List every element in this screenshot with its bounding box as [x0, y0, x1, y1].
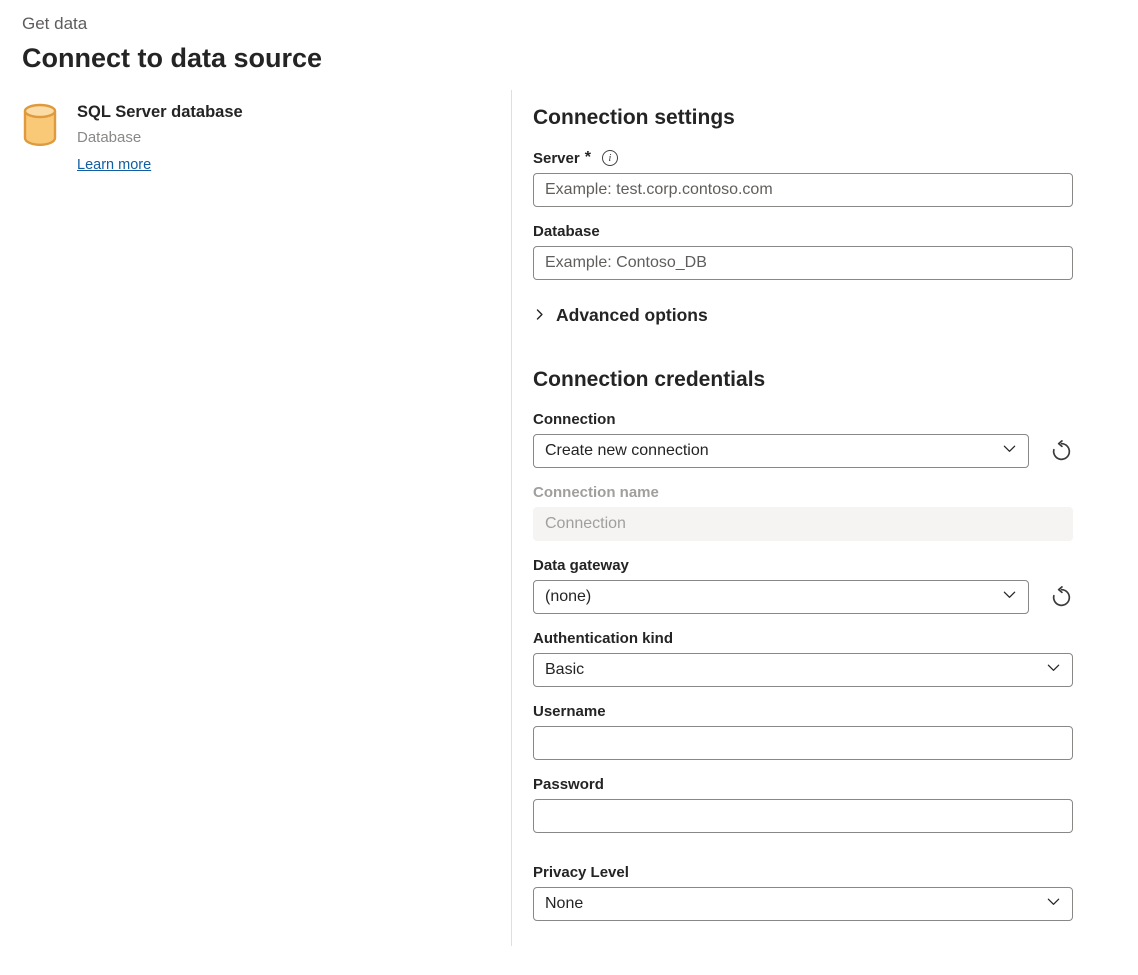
refresh-icon: [1050, 451, 1073, 466]
auth-kind-label: Authentication kind: [533, 630, 1073, 647]
database-label: Database: [533, 223, 1073, 240]
connection-name-input: [533, 507, 1073, 541]
connection-settings-heading: Connection settings: [533, 106, 1114, 130]
source-type: Database: [77, 129, 243, 146]
learn-more-link[interactable]: Learn more: [77, 157, 151, 173]
data-gateway-label: Data gateway: [533, 557, 1073, 574]
chevron-right-icon: [533, 305, 546, 326]
connection-dropdown[interactable]: Create new connection: [533, 434, 1029, 468]
chevron-down-icon: [1002, 587, 1017, 607]
advanced-options-label: Advanced options: [556, 305, 708, 326]
advanced-options-toggle[interactable]: Advanced options: [533, 305, 1114, 326]
breadcrumb: Get data: [22, 14, 1138, 34]
server-field-group: Server * i: [533, 149, 1073, 207]
data-gateway-dropdown[interactable]: (none): [533, 580, 1029, 614]
chevron-down-icon: [1002, 441, 1017, 461]
database-field-group: Database: [533, 223, 1073, 280]
auth-kind-dropdown[interactable]: Basic: [533, 653, 1073, 687]
get-data-dialog: Get data Connect to data source SQL Serv…: [0, 0, 1138, 975]
data-gateway-dropdown-value: (none): [545, 588, 591, 606]
password-field-group: Password: [533, 776, 1073, 833]
server-label: Server: [533, 150, 580, 167]
server-label-row: Server * i: [533, 149, 1073, 167]
refresh-icon: [1050, 597, 1073, 612]
server-input[interactable]: [533, 173, 1073, 207]
data-gateway-field-group: Data gateway (none): [533, 557, 1073, 614]
connection-name-field-group: Connection name: [533, 484, 1073, 541]
main-content: SQL Server database Database Learn more …: [0, 90, 1138, 946]
data-gateway-row: (none): [533, 580, 1073, 614]
connection-name-label: Connection name: [533, 484, 1073, 501]
username-label: Username: [533, 703, 1073, 720]
database-cylinder-icon: [22, 103, 58, 174]
privacy-level-dropdown[interactable]: None: [533, 887, 1073, 921]
connection-pane: Connection settings Server * i Database: [511, 90, 1138, 946]
connection-row: Create new connection: [533, 434, 1073, 468]
source-pane: SQL Server database Database Learn more: [0, 90, 511, 946]
info-icon[interactable]: i: [602, 150, 618, 166]
connection-credentials-heading: Connection credentials: [533, 368, 1114, 392]
auth-kind-field-group: Authentication kind Basic: [533, 630, 1073, 687]
header: Get data Connect to data source: [0, 0, 1138, 74]
refresh-connections-button[interactable]: [1050, 440, 1073, 463]
username-field-group: Username: [533, 703, 1073, 760]
chevron-down-icon: [1046, 894, 1061, 914]
required-marker: *: [585, 149, 591, 167]
auth-kind-dropdown-value: Basic: [545, 661, 584, 679]
privacy-level-dropdown-value: None: [545, 895, 583, 913]
page-title: Connect to data source: [22, 43, 1138, 74]
privacy-level-label: Privacy Level: [533, 864, 1073, 881]
connection-dropdown-value: Create new connection: [545, 442, 709, 460]
source-name: SQL Server database: [77, 103, 243, 122]
password-label: Password: [533, 776, 1073, 793]
password-input[interactable]: [533, 799, 1073, 833]
source-info: SQL Server database Database Learn more: [77, 103, 243, 174]
database-input[interactable]: [533, 246, 1073, 280]
username-input[interactable]: [533, 726, 1073, 760]
selected-source-card: SQL Server database Database Learn more: [22, 103, 491, 174]
refresh-gateways-button[interactable]: [1050, 586, 1073, 609]
privacy-level-field-group: Privacy Level None: [533, 864, 1073, 921]
chevron-down-icon: [1046, 660, 1061, 680]
connection-label: Connection: [533, 411, 1073, 428]
connection-field-group: Connection Create new connection: [533, 411, 1073, 468]
